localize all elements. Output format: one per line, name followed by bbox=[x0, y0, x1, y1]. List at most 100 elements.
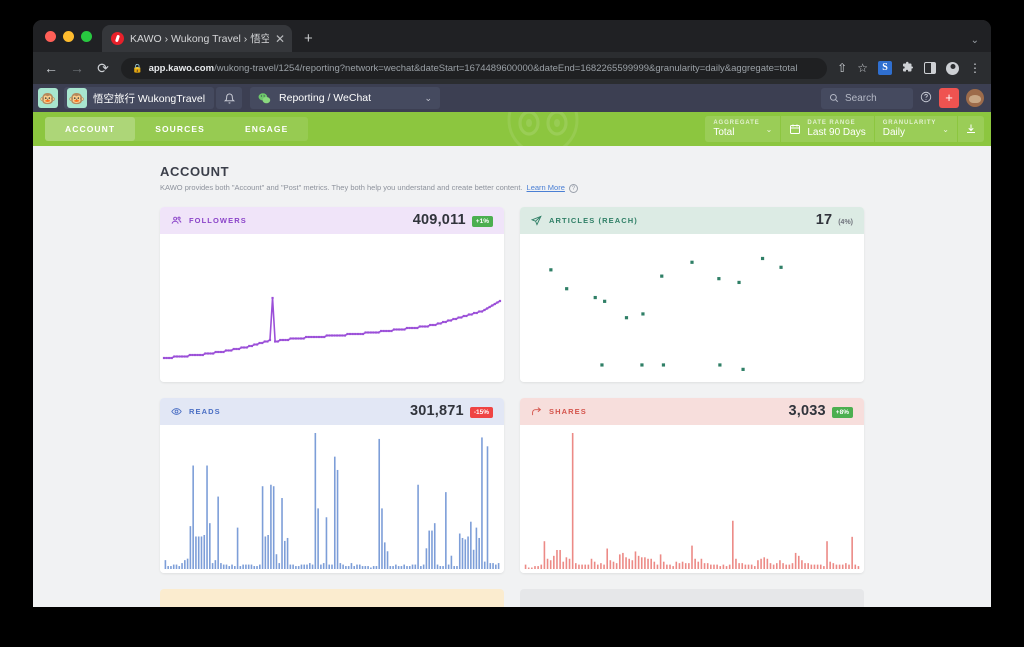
card-header: SHARES 3,033 +8% bbox=[520, 398, 864, 425]
report-filters: AGGREGATE Total ⌄ DATE RANGE Last 90 Day… bbox=[705, 116, 984, 142]
aggregate-value: Total bbox=[713, 127, 759, 139]
browser-menu-icon[interactable]: ⋮ bbox=[969, 61, 981, 75]
tab-engage[interactable]: ENGAGE bbox=[225, 117, 308, 141]
card-metrics: 17 (4%) bbox=[816, 212, 853, 228]
next-cards-row bbox=[160, 589, 864, 608]
browser-profile-icon[interactable] bbox=[946, 62, 959, 75]
workspace-selector[interactable]: 🐵 悟空旅行 WukongTravel bbox=[64, 87, 214, 109]
report-tabs: ACCOUNT SOURCES ENGAGE bbox=[45, 117, 308, 141]
chart-svg bbox=[160, 234, 504, 382]
status-badge: +8% bbox=[832, 407, 853, 418]
aggregate-label: AGGREGATE bbox=[713, 120, 759, 127]
date-range-value: Last 90 Days bbox=[807, 127, 865, 139]
card-value: 409,011 bbox=[413, 212, 466, 228]
status-badge: -15% bbox=[470, 407, 493, 418]
calendar-icon bbox=[789, 123, 801, 135]
extension-s-icon[interactable]: S bbox=[878, 61, 892, 75]
chart-svg bbox=[520, 234, 864, 382]
app-header-right: Search + bbox=[821, 88, 991, 109]
browser-tab[interactable]: KAWO › Wukong Travel › 悟空旅 ✕ bbox=[102, 25, 292, 52]
chart-svg bbox=[520, 425, 864, 573]
card-header: READS 301,871 -15% bbox=[160, 398, 504, 425]
learn-more-link[interactable]: Learn More bbox=[527, 183, 565, 194]
brand-logo-icon[interactable]: 🐵 bbox=[38, 88, 58, 108]
card-label: ARTICLES (REACH) bbox=[549, 216, 638, 225]
followers-line-chart[interactable] bbox=[160, 234, 504, 382]
sidebar-toggle-icon[interactable] bbox=[924, 62, 936, 74]
chevron-down-icon: ⌄ bbox=[424, 93, 432, 104]
maximize-window-button[interactable] bbox=[81, 31, 92, 42]
url-path: /wukong-travel/1254/reporting?network=we… bbox=[214, 63, 797, 74]
wechat-icon bbox=[258, 92, 271, 105]
extensions-puzzle-icon[interactable] bbox=[902, 61, 914, 76]
workspace-name: 悟空旅行 WukongTravel bbox=[93, 91, 205, 106]
close-window-button[interactable] bbox=[45, 31, 56, 42]
lock-icon: 🔒 bbox=[132, 63, 143, 74]
card-followers[interactable]: FOLLOWERS 409,011 +1% bbox=[160, 207, 504, 382]
reads-bar-chart[interactable] bbox=[160, 425, 504, 573]
browser-window: KAWO › Wukong Travel › 悟空旅 ✕ + ⌄ ← → ⟳ 🔒… bbox=[33, 20, 991, 607]
articles-scatter-chart[interactable] bbox=[520, 234, 864, 382]
download-button[interactable] bbox=[958, 116, 984, 142]
aggregate-select[interactable]: AGGREGATE Total ⌄ bbox=[705, 116, 780, 142]
card-stub-right[interactable] bbox=[520, 589, 864, 608]
close-tab-icon[interactable]: ✕ bbox=[275, 33, 285, 45]
forward-button[interactable]: → bbox=[69, 60, 85, 76]
help-circle-icon[interactable] bbox=[920, 91, 932, 106]
card-stub-left[interactable] bbox=[160, 589, 504, 608]
tab-account[interactable]: ACCOUNT bbox=[45, 117, 135, 141]
card-metrics: 409,011 +1% bbox=[413, 212, 493, 228]
card-value: 17 bbox=[816, 212, 833, 228]
card-label: FOLLOWERS bbox=[189, 216, 247, 225]
share-arrow-icon bbox=[531, 406, 542, 417]
chart-svg bbox=[160, 425, 504, 573]
page-viewport: 🐵 🐵 悟空旅行 WukongTravel Reporting / WeChat… bbox=[33, 84, 991, 607]
kawo-favicon-icon bbox=[111, 32, 124, 45]
tab-sources[interactable]: SOURCES bbox=[135, 117, 225, 141]
card-header: FOLLOWERS 409,011 +1% bbox=[160, 207, 504, 234]
url-domain: app.kawo.com bbox=[149, 63, 214, 74]
url-text: app.kawo.com/wukong-travel/1254/reportin… bbox=[149, 63, 798, 74]
send-icon bbox=[531, 215, 542, 226]
page-title: ACCOUNT bbox=[160, 164, 864, 179]
date-range-select[interactable]: DATE RANGE Last 90 Days bbox=[781, 116, 873, 142]
download-icon bbox=[965, 123, 977, 135]
report-type-label: Reporting / WeChat bbox=[279, 92, 416, 104]
card-label: SHARES bbox=[549, 407, 587, 416]
search-placeholder: Search bbox=[845, 93, 877, 104]
granularity-select[interactable]: GRANULARITY Daily ⌄ bbox=[875, 116, 957, 142]
help-circle-icon[interactable]: ? bbox=[569, 184, 578, 193]
bookmark-star-icon[interactable]: ☆ bbox=[857, 61, 868, 75]
card-value: 3,033 bbox=[789, 403, 826, 419]
eye-icon bbox=[171, 406, 182, 417]
card-metrics: 3,033 +8% bbox=[789, 403, 854, 419]
followers-icon bbox=[171, 215, 182, 226]
search-input[interactable]: Search bbox=[821, 88, 913, 109]
user-avatar[interactable] bbox=[966, 89, 984, 107]
date-range-label: DATE RANGE bbox=[807, 120, 865, 127]
granularity-value: Daily bbox=[883, 127, 937, 139]
minimize-window-button[interactable] bbox=[63, 31, 74, 42]
card-percent: (4%) bbox=[838, 219, 853, 226]
metric-cards-grid: FOLLOWERS 409,011 +1% bbox=[160, 207, 864, 573]
card-reads[interactable]: READS 301,871 -15% bbox=[160, 398, 504, 573]
chevron-down-icon[interactable]: ⌄ bbox=[971, 35, 979, 46]
share-icon[interactable]: ⇧ bbox=[837, 61, 847, 75]
card-shares[interactable]: SHARES 3,033 +8% bbox=[520, 398, 864, 573]
back-button[interactable]: ← bbox=[43, 60, 59, 76]
page-description: KAWO provides both "Account" and "Post" … bbox=[160, 183, 864, 194]
chevron-down-icon: ⌄ bbox=[942, 125, 949, 134]
card-metrics: 301,871 -15% bbox=[410, 403, 493, 419]
report-type-select[interactable]: Reporting / WeChat ⌄ bbox=[250, 87, 440, 109]
workspace-avatar-icon: 🐵 bbox=[67, 88, 87, 108]
tab-title: KAWO › Wukong Travel › 悟空旅 bbox=[130, 31, 269, 46]
address-bar[interactable]: 🔒 app.kawo.com/wukong-travel/1254/report… bbox=[121, 58, 827, 79]
notifications-button[interactable] bbox=[216, 87, 242, 109]
shares-bar-chart[interactable] bbox=[520, 425, 864, 573]
card-label: READS bbox=[189, 407, 221, 416]
card-articles[interactable]: ARTICLES (REACH) 17 (4%) bbox=[520, 207, 864, 382]
reload-button[interactable]: ⟳ bbox=[95, 60, 111, 77]
add-button[interactable]: + bbox=[939, 88, 959, 108]
new-tab-button[interactable]: + bbox=[304, 30, 313, 47]
browser-toolbar: ← → ⟳ 🔒 app.kawo.com/wukong-travel/1254/… bbox=[33, 52, 991, 84]
